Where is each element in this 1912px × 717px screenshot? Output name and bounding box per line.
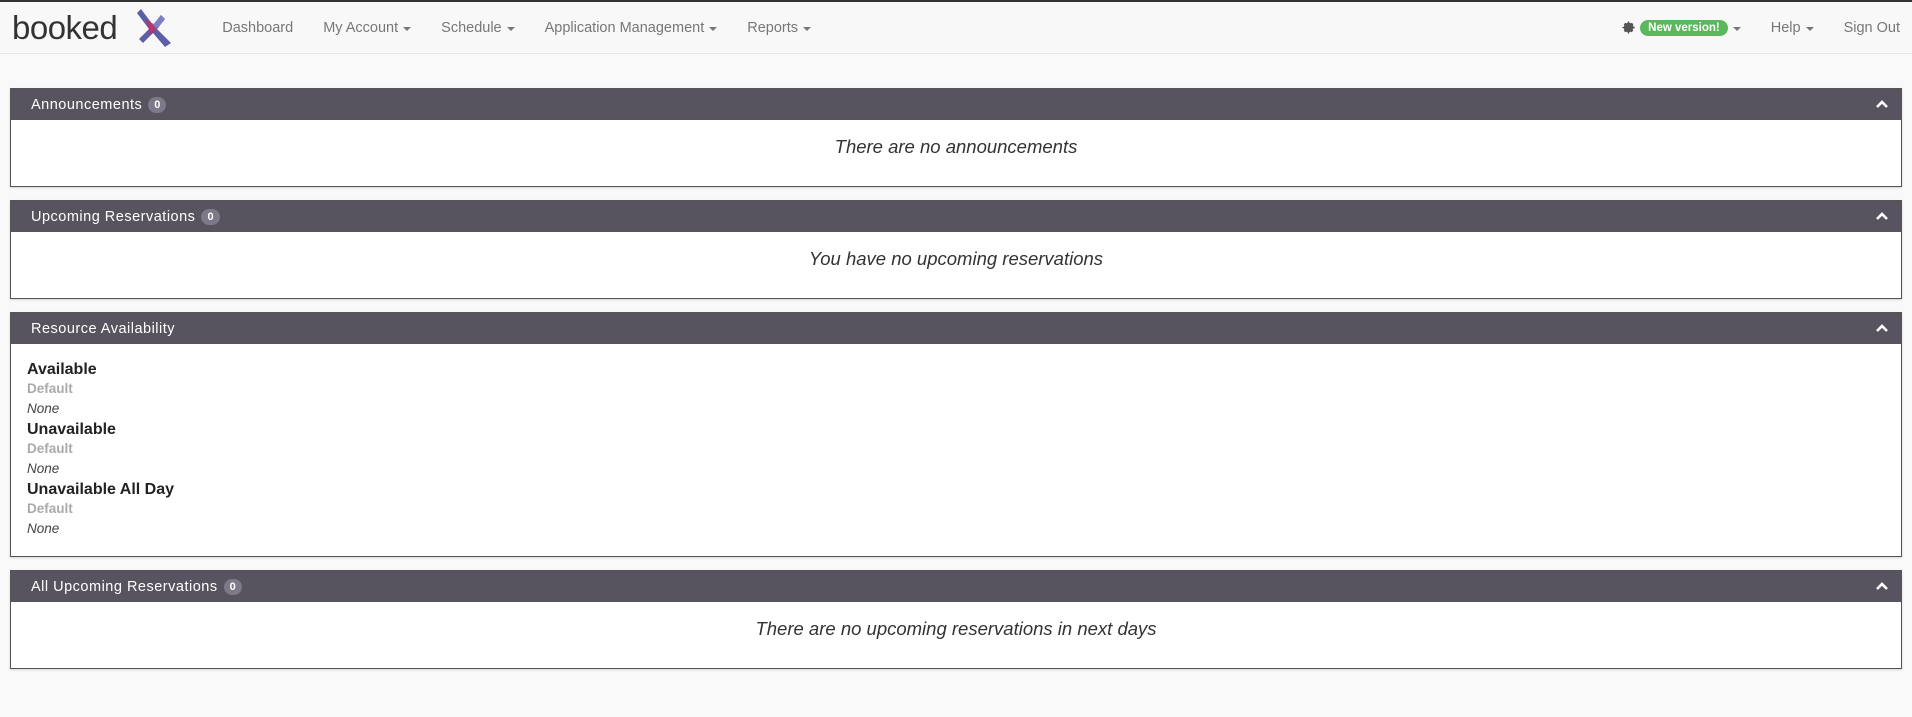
nav-reports[interactable]: Reports: [732, 2, 826, 53]
resource-availability-body: Available Default None Unavailable Defau…: [11, 344, 1901, 556]
chevron-up-icon[interactable]: [1875, 97, 1889, 111]
all-upcoming-reservations-empty-message: There are no upcoming reservations in ne…: [755, 618, 1157, 639]
all-upcoming-reservations-panel: All Upcoming Reservations 0 There are no…: [10, 570, 1902, 669]
announcements-empty-message: There are no announcements: [834, 136, 1078, 157]
top-navbar: booked Dashboard My Account Schedule App…: [0, 2, 1912, 54]
upcoming-reservations-empty-message: You have no upcoming reservations: [808, 248, 1104, 269]
caret-down-icon: [403, 26, 412, 31]
nav-schedule[interactable]: Schedule: [426, 2, 529, 53]
nav-reports-label: Reports: [747, 19, 799, 36]
caret-down-icon: [1805, 26, 1814, 31]
availability-group-title: Available: [27, 361, 97, 378]
chevron-up-icon[interactable]: [1875, 579, 1889, 593]
nav-settings[interactable]: New version!: [1607, 2, 1756, 53]
caret-down-icon: [1732, 26, 1741, 31]
announcements-panel: Announcements 0 There are no announcemen…: [10, 88, 1902, 187]
all-upcoming-reservations-title: All Upcoming Reservations: [31, 578, 218, 595]
resource-availability-heading: Resource Availability: [11, 313, 1901, 344]
new-version-badge: New version!: [1640, 19, 1728, 36]
availability-schedule-name: Default: [27, 381, 73, 396]
nav-help-label: Help: [1770, 19, 1801, 36]
availability-schedule-name: Default: [27, 441, 73, 456]
nav-my-account[interactable]: My Account: [308, 2, 426, 53]
upcoming-reservations-count-badge: 0: [201, 208, 220, 225]
user-menu: New version! Help Sign Out: [1607, 2, 1912, 53]
availability-group-unavailable-all-day: Unavailable All Day Default None: [27, 480, 1885, 538]
nav-dashboard-label: Dashboard: [222, 19, 294, 36]
nav-sign-out-label: Sign Out: [1843, 19, 1900, 36]
upcoming-reservations-heading: Upcoming Reservations 0: [11, 201, 1901, 232]
booked-logo-icon: [137, 8, 172, 47]
resource-availability-title: Resource Availability: [31, 320, 176, 337]
availability-value: None: [27, 461, 60, 476]
all-upcoming-reservations-heading: All Upcoming Reservations 0: [11, 571, 1901, 602]
availability-value: None: [27, 521, 60, 536]
availability-group-unavailable: Unavailable Default None: [27, 420, 1885, 478]
availability-group-title: Unavailable All Day: [27, 481, 175, 498]
nav-application-management-label: Application Management: [544, 19, 705, 36]
nav-schedule-label: Schedule: [441, 19, 502, 36]
availability-value: None: [27, 401, 60, 416]
nav-my-account-label: My Account: [323, 19, 399, 36]
nav-help[interactable]: Help: [1756, 2, 1829, 53]
announcements-title: Announcements: [31, 96, 143, 113]
nav-sign-out[interactable]: Sign Out: [1829, 2, 1912, 53]
caret-down-icon: [803, 26, 812, 31]
nav-application-management[interactable]: Application Management: [530, 2, 733, 53]
announcements-count-badge: 0: [148, 96, 167, 113]
caret-down-icon: [709, 26, 718, 31]
availability-group-title: Unavailable: [27, 421, 116, 438]
resource-availability-panel: Resource Availability Available Default …: [10, 312, 1902, 557]
upcoming-reservations-panel: Upcoming Reservations 0 You have no upco…: [10, 200, 1902, 299]
gear-icon: [1622, 21, 1635, 34]
all-upcoming-reservations-count-badge: 0: [223, 578, 242, 595]
announcements-heading: Announcements 0: [11, 89, 1901, 120]
brand-name: booked: [12, 9, 118, 46]
upcoming-reservations-title: Upcoming Reservations: [31, 208, 196, 225]
dashboard-panels: Announcements 0 There are no announcemen…: [0, 88, 1912, 669]
availability-group-available: Available Default None: [27, 360, 1885, 418]
brand-link[interactable]: booked: [12, 2, 177, 53]
nav-dashboard[interactable]: Dashboard: [207, 2, 308, 53]
chevron-up-icon[interactable]: [1875, 209, 1889, 223]
availability-schedule-name: Default: [27, 501, 73, 516]
main-menu: Dashboard My Account Schedule Applicatio…: [207, 2, 826, 53]
chevron-up-icon[interactable]: [1875, 321, 1889, 335]
caret-down-icon: [506, 26, 515, 31]
